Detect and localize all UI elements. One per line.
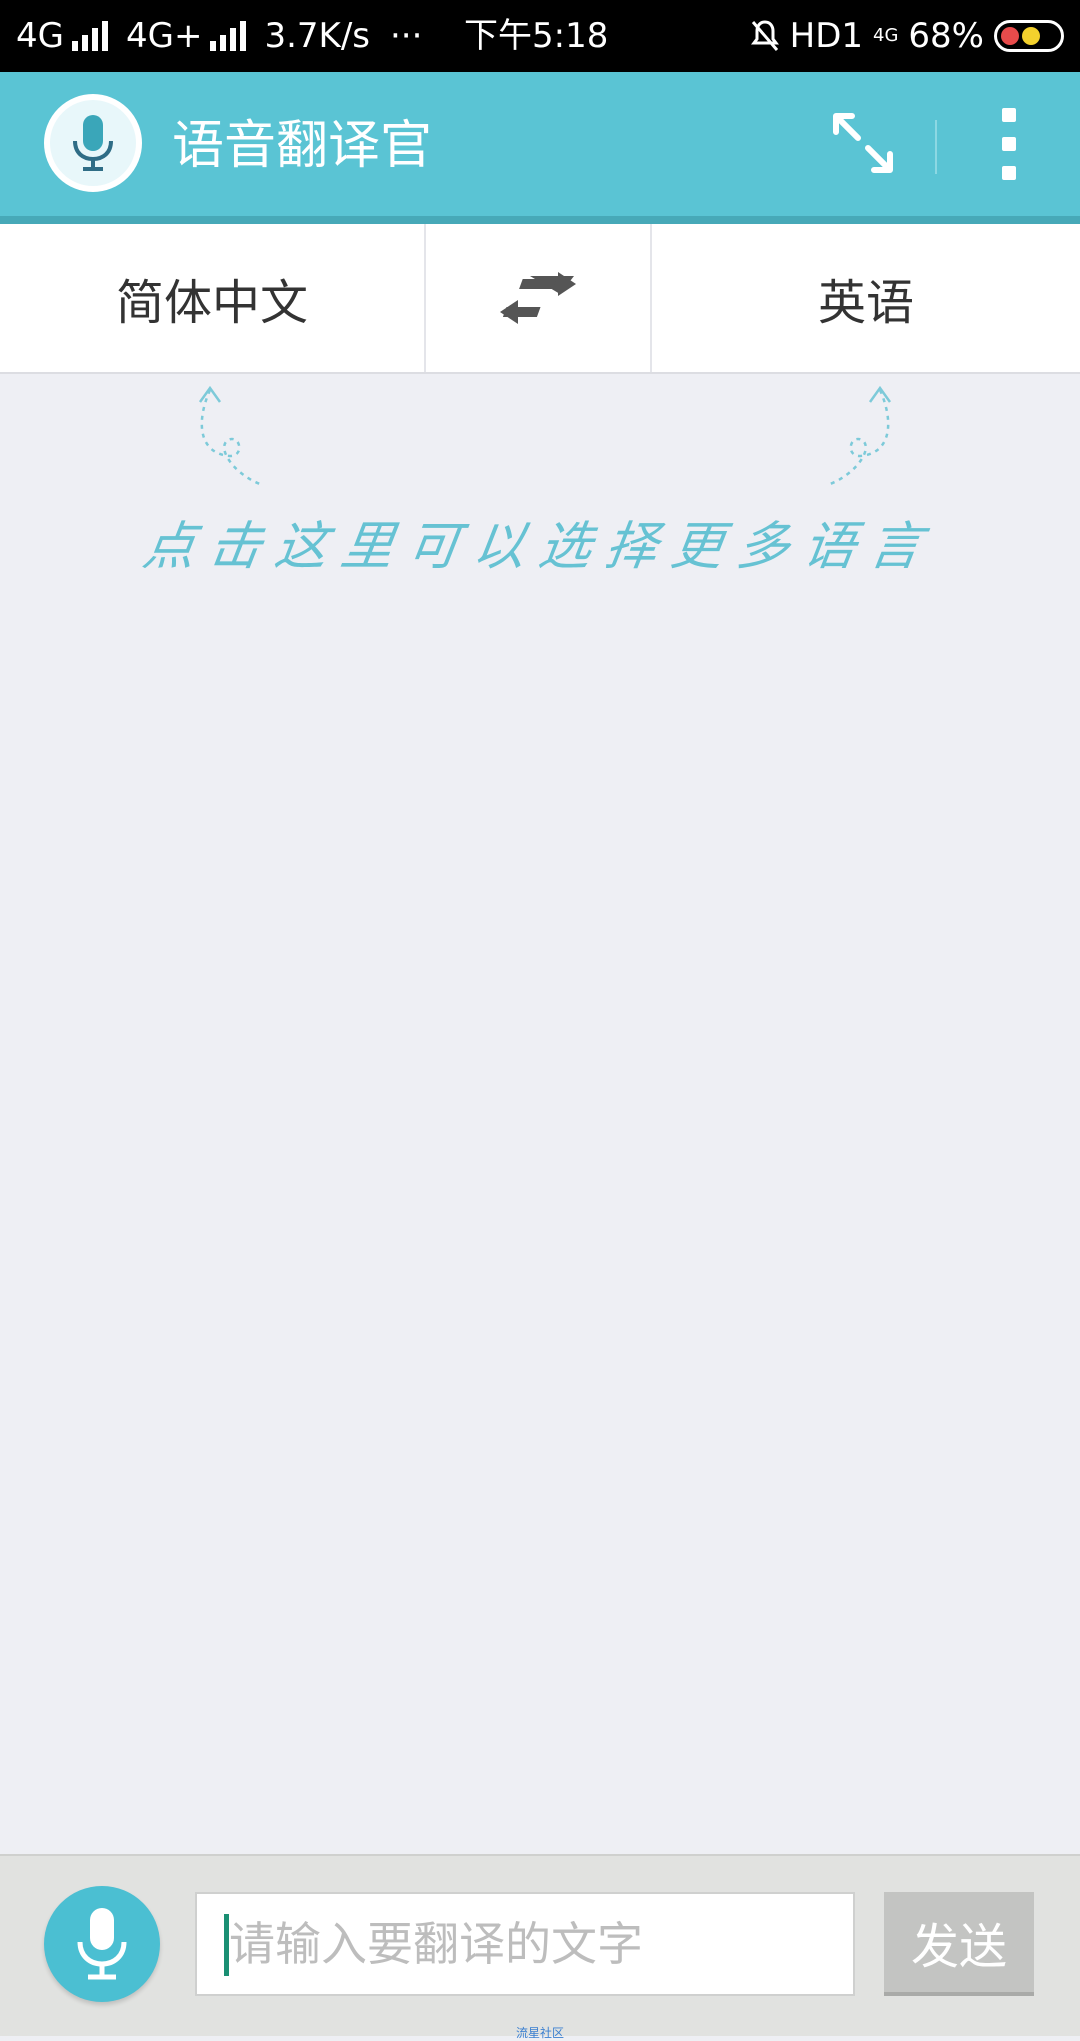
- text-caret: [224, 1914, 229, 1976]
- app-title: 语音翻译官: [172, 116, 433, 176]
- voice-input-button[interactable]: [44, 1886, 160, 2002]
- language-bar: 简体中文 英语: [0, 224, 1080, 374]
- dotted-arrow-left-icon: [198, 385, 261, 486]
- network-speed: 3.7K/s: [264, 16, 370, 56]
- network-label-2: 4G+: [125, 16, 203, 56]
- hd-label: HD1: [789, 16, 864, 56]
- expand-icon[interactable]: [830, 110, 896, 176]
- dotted-arrow-right-icon: [829, 385, 892, 486]
- language-hint: 点击这里可以选择更多语言: [0, 374, 1080, 594]
- signal-icon: [71, 21, 108, 51]
- more-status-icon: ···: [390, 16, 423, 56]
- swap-languages-button[interactable]: [426, 224, 652, 372]
- bell-muted-icon: [750, 20, 779, 51]
- network-label-1: 4G: [16, 16, 64, 56]
- network-label-3: 4G: [873, 25, 899, 46]
- target-language-button[interactable]: 英语: [652, 224, 1080, 372]
- signal-icon-2: [210, 21, 247, 51]
- microphone-icon: [77, 1908, 127, 1980]
- translate-text-input[interactable]: [195, 1892, 855, 1996]
- battery-percent: 68%: [908, 16, 984, 56]
- microphone-chat-icon: [44, 94, 142, 192]
- send-button[interactable]: 发送: [884, 1892, 1034, 1996]
- input-bar: 发送 流星社区: [0, 1854, 1080, 2040]
- hint-text: 点击这里可以选择更多语言: [138, 517, 940, 577]
- status-bar: 4G 4G+ 3.7K/s ··· 下午5:18 HD1 4G 68%: [0, 0, 1080, 72]
- more-vertical-icon[interactable]: [986, 108, 1032, 180]
- swap-arrows-icon: [500, 270, 576, 324]
- source-language-button[interactable]: 简体中文: [0, 224, 426, 372]
- battery-icon: [994, 20, 1064, 52]
- app-bar: 语音翻译官: [0, 72, 1080, 224]
- status-time: 下午5:18: [464, 16, 609, 56]
- watermark: 流星社区: [515, 2026, 564, 2040]
- app-bar-divider: [935, 120, 937, 174]
